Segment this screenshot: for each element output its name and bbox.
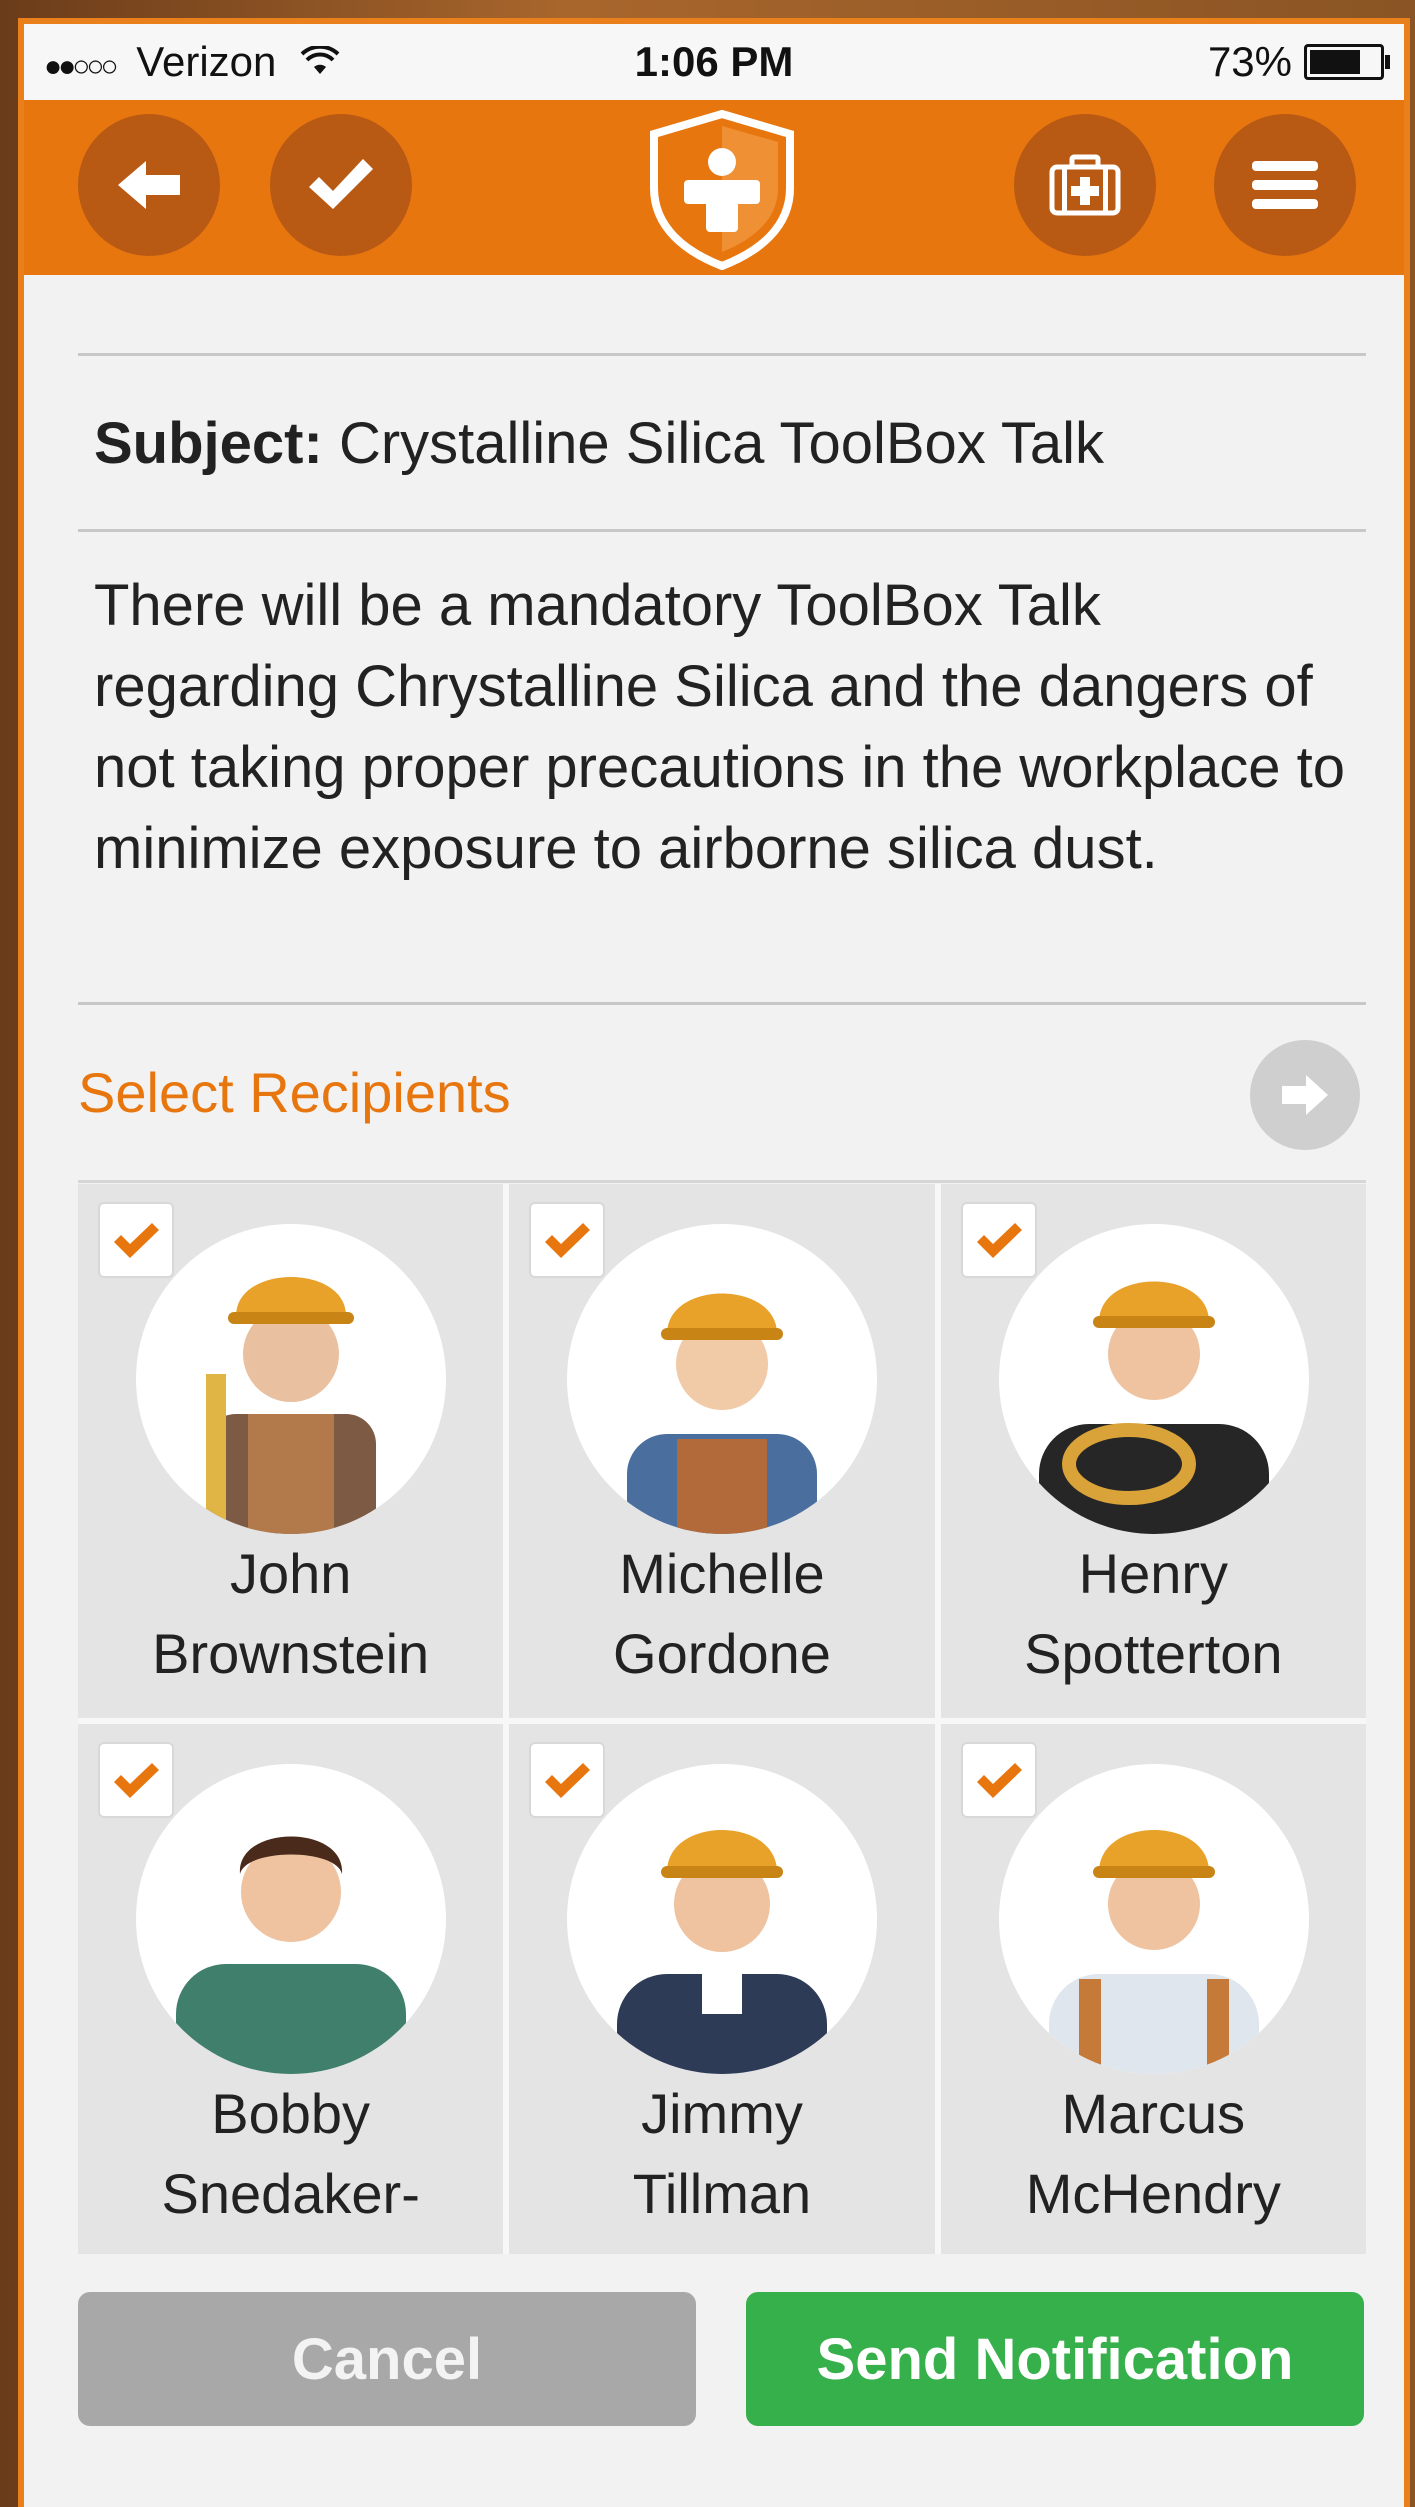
avatar — [998, 1224, 1309, 1534]
recipient-checkbox[interactable] — [529, 1202, 606, 1278]
phone-screen: ●●○○○ Verizon 1:06 PM 73% Subject: Cryst… — [24, 24, 1404, 2507]
checkmark-icon — [114, 1223, 159, 1258]
subject-line: Subject: Crystalline Silica ToolBox Talk — [94, 410, 1354, 477]
checkmark-icon — [309, 159, 373, 209]
checkmark-icon — [114, 1763, 159, 1798]
action-bar: Cancel Send Notification — [24, 2254, 1404, 2507]
top-toolbar — [24, 100, 1404, 275]
menu-button[interactable] — [1214, 114, 1356, 256]
recipient-card[interactable]: Henry Spotterton — [940, 1184, 1366, 1718]
avatar — [567, 1764, 878, 2074]
battery-level: 73% — [1207, 38, 1292, 85]
recipient-name: Bobby Snedaker- — [161, 2082, 420, 2225]
arrow-left-icon — [118, 161, 180, 209]
recipient-name: Henry Spotterton — [1024, 1542, 1283, 1685]
message-body: There will be a mandatory ToolBox Talk r… — [94, 573, 1345, 881]
back-button[interactable] — [78, 114, 220, 256]
recipient-checkbox[interactable] — [98, 1202, 174, 1278]
recipient-name: Jimmy Tillman — [632, 2082, 812, 2225]
checkmark-icon — [545, 1223, 591, 1258]
divider — [78, 353, 1366, 356]
recipient-name: John Brownstein — [152, 1542, 430, 1685]
arrow-right-icon — [1282, 1075, 1328, 1115]
recipient-checkbox[interactable] — [529, 1742, 606, 1818]
confirm-button[interactable] — [270, 114, 412, 256]
first-aid-button[interactable] — [1014, 114, 1156, 256]
battery: 73% — [1207, 38, 1390, 86]
recipient-checkbox[interactable] — [98, 1742, 174, 1818]
status-bar: ●●○○○ Verizon 1:06 PM 73% — [24, 24, 1404, 100]
safety-shield-logo — [646, 109, 798, 271]
subject-value: Crystalline Silica ToolBox Talk — [338, 411, 1105, 476]
cancel-button[interactable]: Cancel — [78, 2292, 696, 2426]
recipient-card[interactable]: Jimmy Tillman — [509, 1724, 935, 2258]
divider — [78, 1180, 1366, 1183]
next-button[interactable] — [1250, 1040, 1360, 1150]
send-notification-button[interactable]: Send Notification — [746, 2292, 1364, 2426]
avatar — [136, 1224, 446, 1534]
divider — [78, 529, 1366, 532]
recipient-card[interactable]: John Brownstein — [78, 1184, 504, 1718]
subject-label: Subject: — [94, 411, 323, 476]
recipient-name: Marcus McHendry — [1025, 2082, 1281, 2225]
recipient-checkbox[interactable] — [960, 1742, 1037, 1818]
avatar — [567, 1224, 878, 1534]
recipient-card[interactable]: Bobby Snedaker- — [78, 1724, 504, 2258]
checkmark-icon — [976, 1223, 1022, 1258]
recipient-grid: John Brownstein Michelle Gordone Henry S… — [78, 1184, 1366, 2258]
recipient-card[interactable]: Michelle Gordone — [509, 1184, 935, 1718]
status-time: 1:06 PM — [634, 38, 794, 85]
avatar — [136, 1764, 446, 2074]
recipient-card[interactable]: Marcus McHendry — [940, 1724, 1366, 2258]
divider — [78, 1002, 1366, 1005]
recipient-checkbox[interactable] — [960, 1202, 1037, 1278]
battery-icon — [1304, 44, 1390, 80]
select-recipients-title: Select Recipients — [78, 1061, 511, 1124]
hamburger-menu-icon — [1252, 161, 1318, 209]
recipient-name: Michelle Gordone — [613, 1542, 831, 1685]
avatar — [998, 1764, 1309, 2074]
checkmark-icon — [976, 1763, 1022, 1798]
first-aid-kit-icon — [1049, 154, 1121, 216]
checkmark-icon — [545, 1763, 591, 1798]
